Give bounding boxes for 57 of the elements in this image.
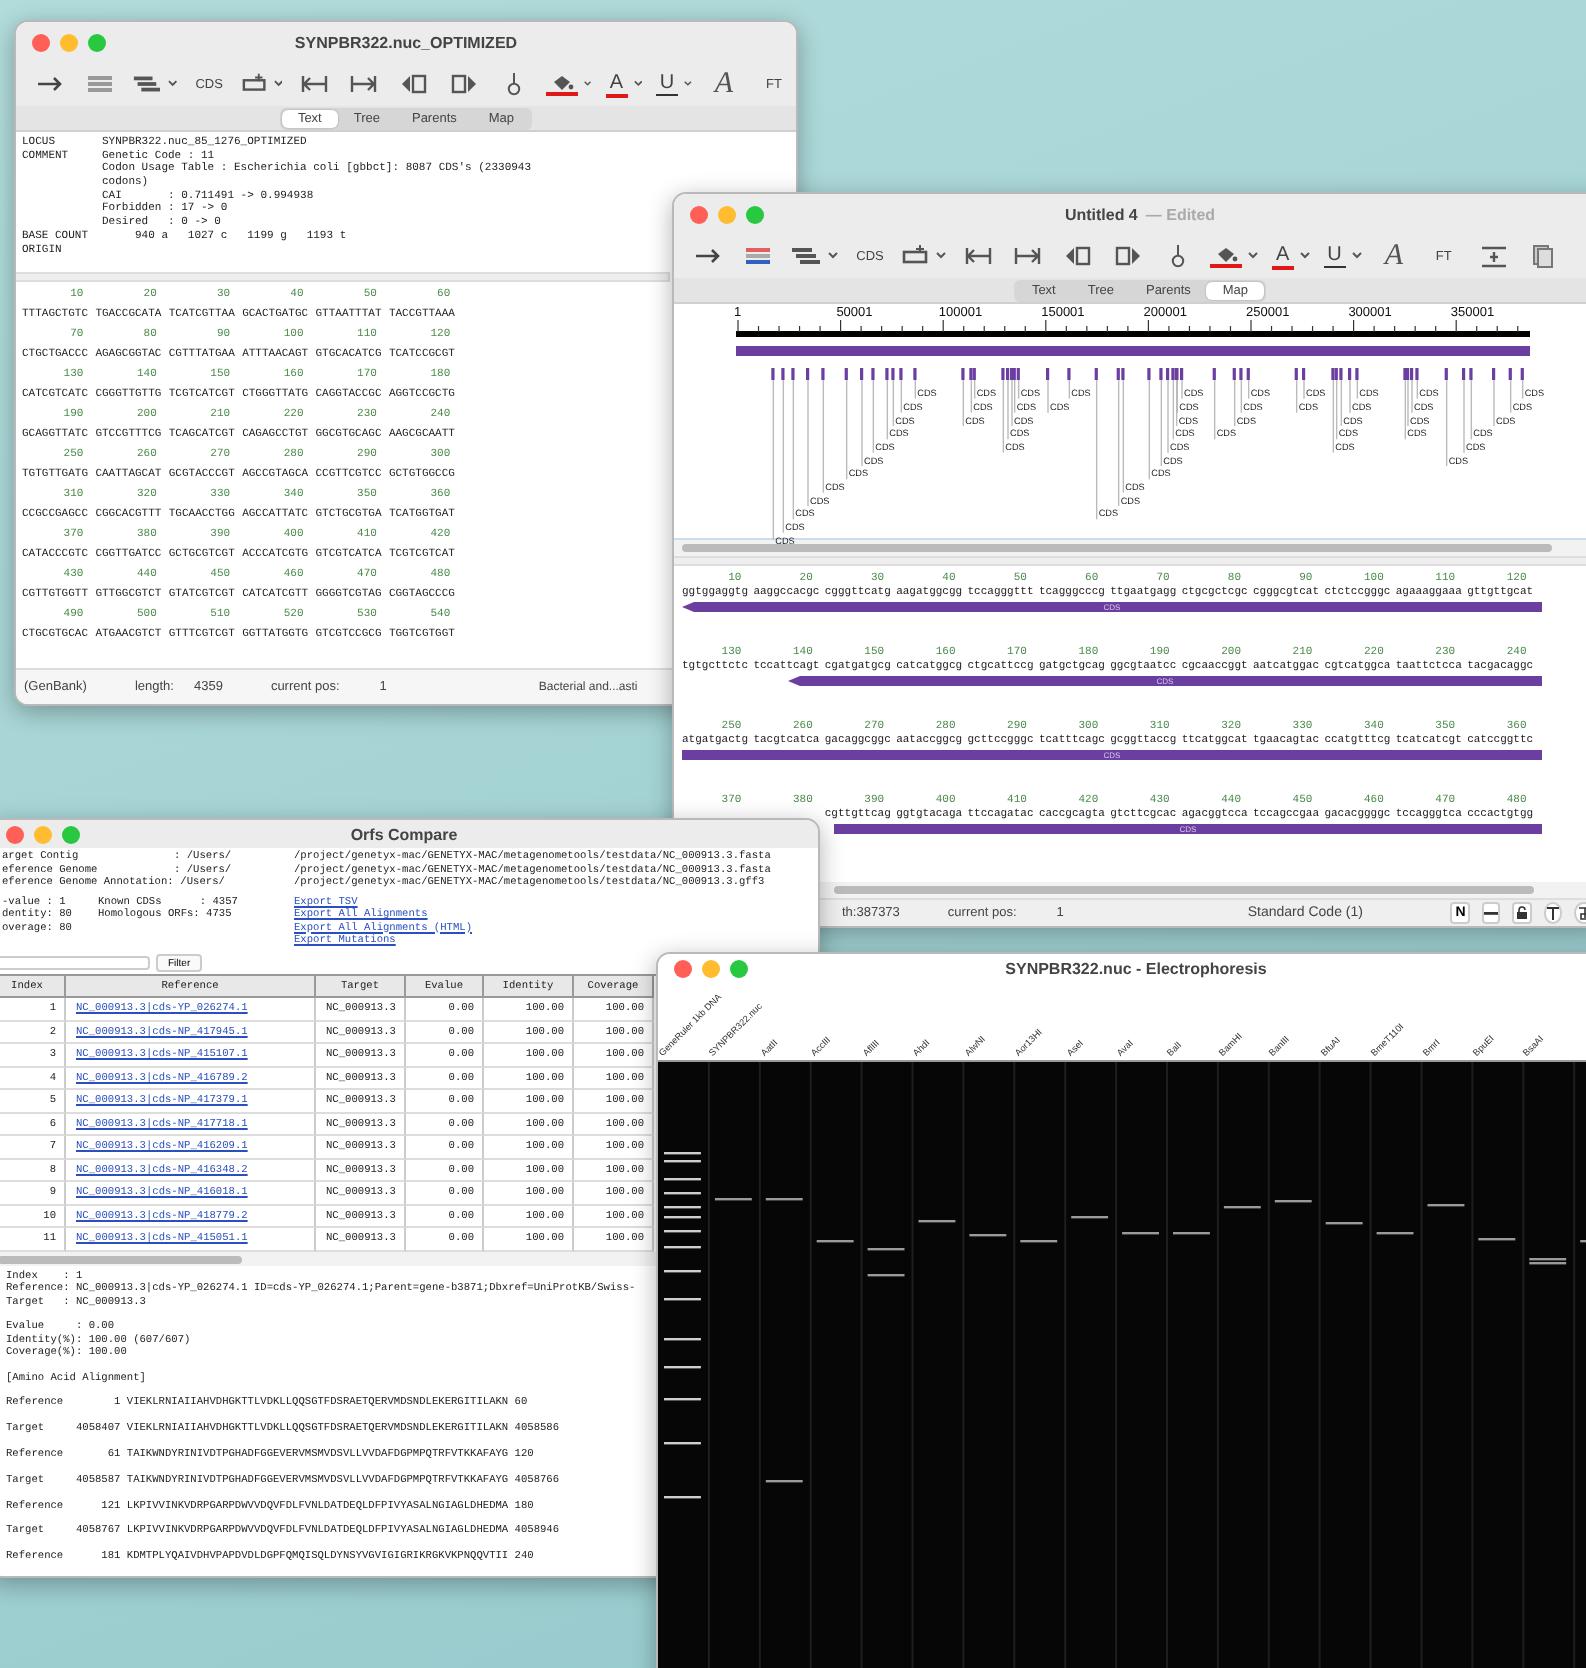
- document-icon: [1532, 244, 1555, 268]
- scrollbar-thumb[interactable]: [0, 1255, 242, 1264]
- scrollbar-thumb[interactable]: [682, 544, 1553, 552]
- text-color-button[interactable]: A: [601, 66, 646, 102]
- caret-icon: [584, 80, 592, 88]
- pin-icon: [1170, 244, 1186, 268]
- caret-icon: [1299, 252, 1310, 260]
- stacked-lines-icon: [790, 246, 822, 266]
- arrow-icon: [36, 74, 64, 94]
- caret-icon: [828, 252, 838, 260]
- pin-icon: [506, 72, 523, 96]
- underline-button[interactable]: U: [651, 66, 696, 102]
- striped-bars-icon: [744, 246, 772, 266]
- text-color-button[interactable]: A: [1268, 238, 1314, 274]
- paint-bucket-icon: [550, 73, 575, 91]
- bar-arrow-icon: [350, 74, 379, 94]
- triangle-box-icon: [400, 74, 429, 94]
- lines-icon: [86, 74, 114, 94]
- arrow-icon: [694, 246, 722, 266]
- minus-icon: [1484, 911, 1499, 915]
- triangle-box-icon: [450, 74, 479, 94]
- font-button[interactable]: A: [702, 66, 746, 102]
- caret-icon: [273, 80, 283, 88]
- close-button[interactable]: [690, 205, 708, 223]
- close-button[interactable]: [674, 959, 692, 977]
- scrollbar-thumb[interactable]: [834, 886, 1534, 894]
- bar-arrow-icon: [964, 246, 992, 266]
- insert-icon: [241, 72, 268, 96]
- window-title: SYNPBR322.nuc - Electrophoresis: [1005, 959, 1267, 977]
- filter-field[interactable]: [0, 956, 150, 971]
- paint-bucket-icon: [1214, 245, 1238, 263]
- window-title: Untitled 4: [1064, 205, 1138, 223]
- window-title: Orfs Compare: [350, 825, 458, 843]
- t-bar-icon: [1546, 906, 1561, 920]
- font-button[interactable]: A: [1371, 238, 1416, 274]
- close-button[interactable]: [6, 825, 24, 843]
- caret-icon: [1351, 252, 1362, 260]
- status-button[interactable]: [1543, 902, 1563, 924]
- align-icon: [1479, 245, 1508, 267]
- caret-icon: [633, 80, 642, 88]
- lock-icon: [1516, 906, 1529, 920]
- status-button[interactable]: [1481, 902, 1501, 924]
- bar-arrow-icon: [300, 74, 329, 94]
- underline-button[interactable]: U: [1319, 238, 1366, 274]
- caret-icon: [1248, 252, 1258, 260]
- caret-icon: [936, 252, 946, 260]
- status-button[interactable]: [1512, 902, 1532, 924]
- caret-icon: [684, 80, 692, 88]
- caret-icon: [167, 80, 178, 88]
- insert-icon: [902, 244, 930, 268]
- bar-arrow-icon: [1014, 246, 1042, 266]
- edited-label: — Edited: [1145, 205, 1216, 223]
- close-button[interactable]: [32, 33, 50, 51]
- stacked-lines-icon: [132, 74, 162, 94]
- triangle-box-icon: [1114, 246, 1142, 266]
- window-title: SYNPBR322.nuc_OPTIMIZED: [294, 33, 518, 51]
- triangle-box-icon: [1064, 246, 1092, 266]
